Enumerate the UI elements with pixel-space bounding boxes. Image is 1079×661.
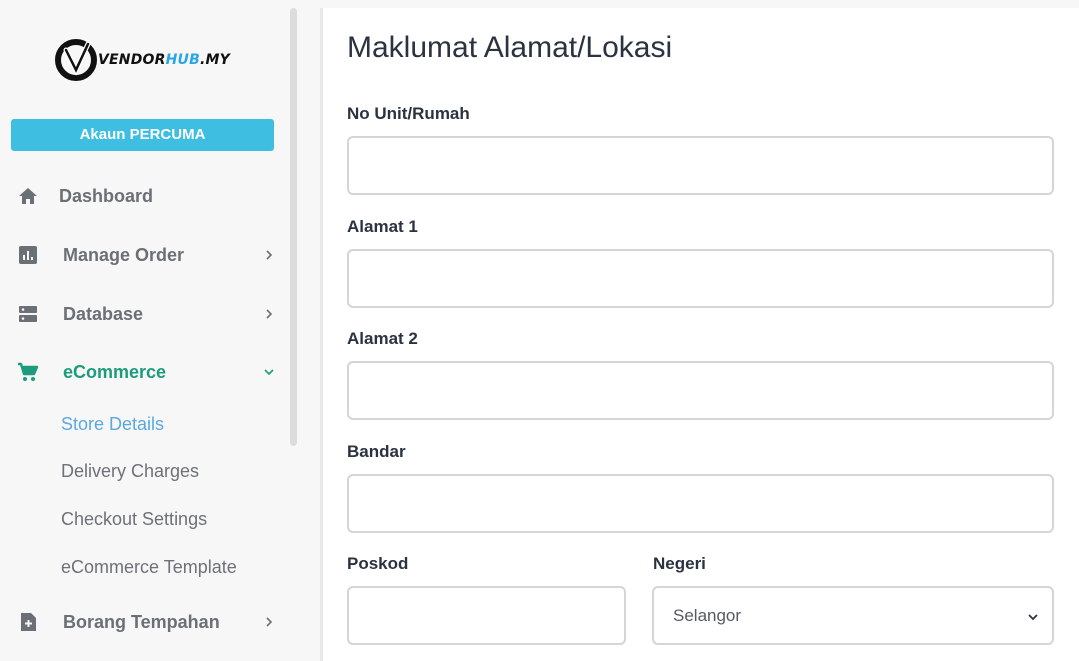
sub-item-ecommerce-template[interactable]: eCommerce Template [61,557,237,578]
chevron-right-icon [266,250,273,260]
nav-label: Database [63,303,144,324]
address-form-panel: Maklumat Alamat/Lokasi No Unit/Rumah Ala… [323,8,1079,661]
free-account-button[interactable]: Akaun PERCUMA [11,119,274,151]
nav-item-ecommerce[interactable]: eCommerce [0,352,290,392]
sub-item-checkout-settings[interactable]: Checkout Settings [61,509,207,530]
sub-item-store-details[interactable]: Store Details [61,414,164,435]
chevron-right-icon [266,309,273,319]
negeri-label: Negeri [653,554,706,573]
chevron-down-icon [1028,614,1038,621]
nav-item-borang-tempahan[interactable]: Borang Tempahan [0,602,290,642]
nav-label: Dashboard [59,185,154,206]
logo-mark-icon [55,39,97,81]
bandar-label: Bandar [347,442,406,461]
brand-logo[interactable]: VENDORHUB.MY [54,36,230,84]
poskod-label: Poskod [347,554,409,573]
nav-item-database[interactable]: Database [0,294,290,334]
no-unit-input[interactable] [347,136,1054,195]
server-icon [17,303,39,325]
sidebar: VENDORHUB.MY Akaun PERCUMA Dashboard Man… [0,0,300,661]
alamat2-input[interactable] [347,361,1054,420]
negeri-select[interactable]: Selangor [652,586,1054,645]
brand-name: VENDORHUB.MY [98,52,230,68]
sub-item-delivery-charges[interactable]: Delivery Charges [61,461,199,482]
home-icon [17,185,39,207]
negeri-selected-value: Selangor [673,605,742,625]
alamat1-label: Alamat 1 [347,217,418,236]
alamat2-label: Alamat 2 [347,329,418,348]
nav-label: eCommerce [63,361,167,382]
sidebar-scrollbar[interactable] [290,8,297,446]
alamat1-input[interactable] [347,249,1054,308]
bandar-input[interactable] [347,474,1054,533]
nav-label: Manage Order [63,244,185,265]
poskod-input[interactable] [347,586,626,645]
chevron-down-icon [264,369,274,376]
nav-item-dashboard[interactable]: Dashboard [0,176,290,216]
shopping-cart-icon [17,361,39,383]
nav-item-manage-order[interactable]: Manage Order [0,235,290,275]
file-plus-icon [17,611,39,633]
bar-chart-icon [17,244,39,266]
nav-label: Borang Tempahan [63,611,220,632]
page-title: Maklumat Alamat/Lokasi [347,31,673,64]
no-unit-label: No Unit/Rumah [347,104,470,123]
chevron-right-icon [266,617,273,627]
